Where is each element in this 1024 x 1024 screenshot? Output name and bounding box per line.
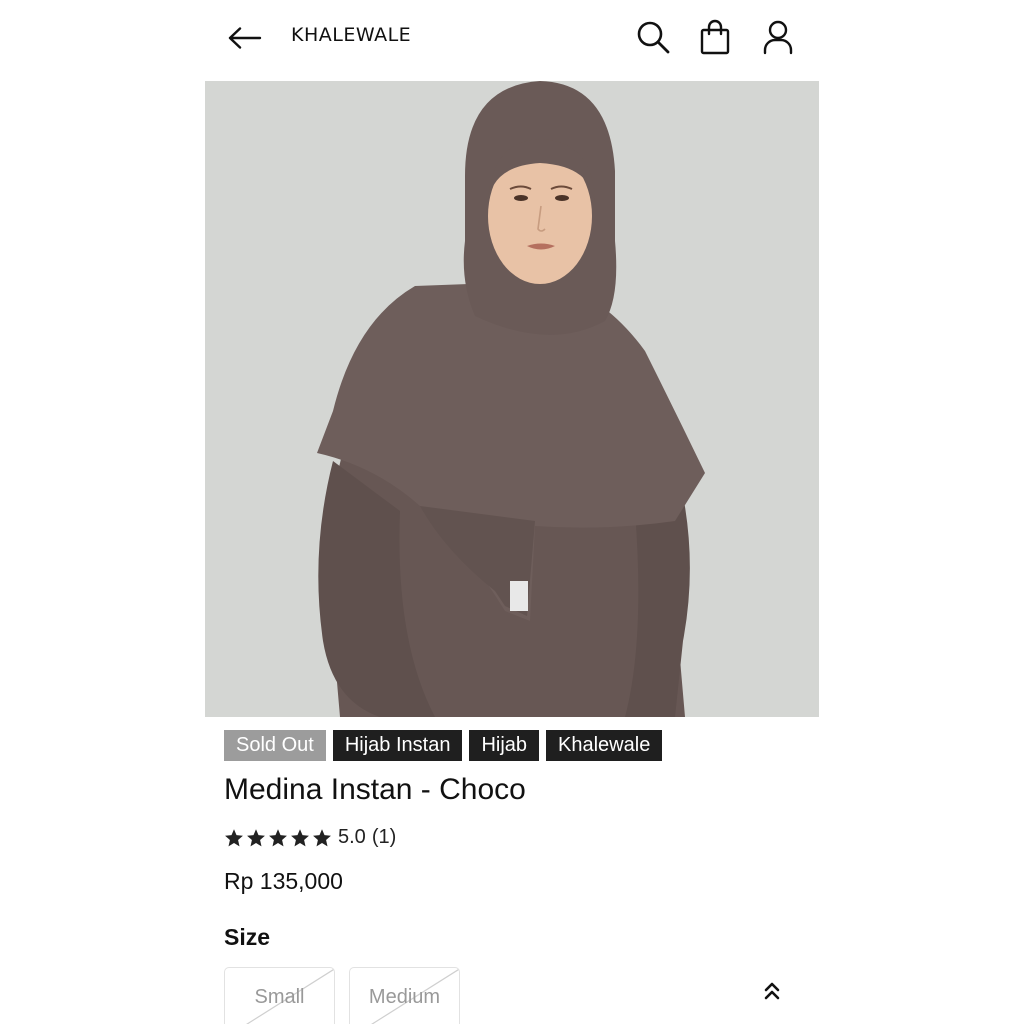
search-icon bbox=[637, 21, 670, 54]
product-image[interactable] bbox=[205, 81, 819, 717]
app-header: KHALEWALE bbox=[205, 0, 819, 80]
product-tags: Sold Out Hijab Instan Hijab Khalewale bbox=[224, 730, 663, 761]
rating-stars bbox=[224, 828, 332, 848]
scroll-to-top-button[interactable] bbox=[760, 978, 784, 1004]
rating-score: 5.0 bbox=[338, 826, 366, 848]
size-option-label: Small bbox=[254, 986, 305, 1008]
star-icon bbox=[291, 828, 309, 846]
arrow-left-icon bbox=[228, 27, 262, 49]
product-title: Medina Instan - Choco bbox=[224, 773, 526, 806]
star-icon bbox=[225, 828, 243, 846]
rating-count: (1) bbox=[371, 826, 397, 848]
tag-khalewale[interactable]: Khalewale bbox=[546, 730, 663, 761]
account-button[interactable] bbox=[758, 16, 798, 58]
tag-hijab[interactable]: Hijab bbox=[469, 730, 540, 761]
star-icon bbox=[247, 828, 265, 846]
search-button[interactable] bbox=[633, 16, 673, 58]
brand-logo[interactable]: KHALEWALE bbox=[291, 24, 411, 46]
star-icon bbox=[269, 828, 287, 846]
size-option-medium[interactable]: Medium bbox=[349, 967, 460, 1024]
double-chevron-up-icon bbox=[764, 982, 780, 1000]
size-option-small[interactable]: Small bbox=[224, 967, 335, 1024]
star-icon bbox=[313, 828, 331, 846]
size-label: Size bbox=[224, 924, 271, 950]
size-option-label: Medium bbox=[368, 986, 441, 1008]
product-rating[interactable]: 5.0 (1) bbox=[224, 826, 396, 849]
shopping-bag-icon bbox=[700, 19, 730, 55]
product-price: Rp 135,000 bbox=[224, 868, 343, 894]
product-photo bbox=[205, 81, 819, 717]
tag-hijab-instan[interactable]: Hijab Instan bbox=[332, 730, 463, 761]
user-icon bbox=[763, 20, 793, 55]
tag-sold-out: Sold Out bbox=[224, 730, 326, 761]
back-button[interactable] bbox=[225, 20, 265, 56]
cart-button[interactable] bbox=[695, 16, 735, 58]
